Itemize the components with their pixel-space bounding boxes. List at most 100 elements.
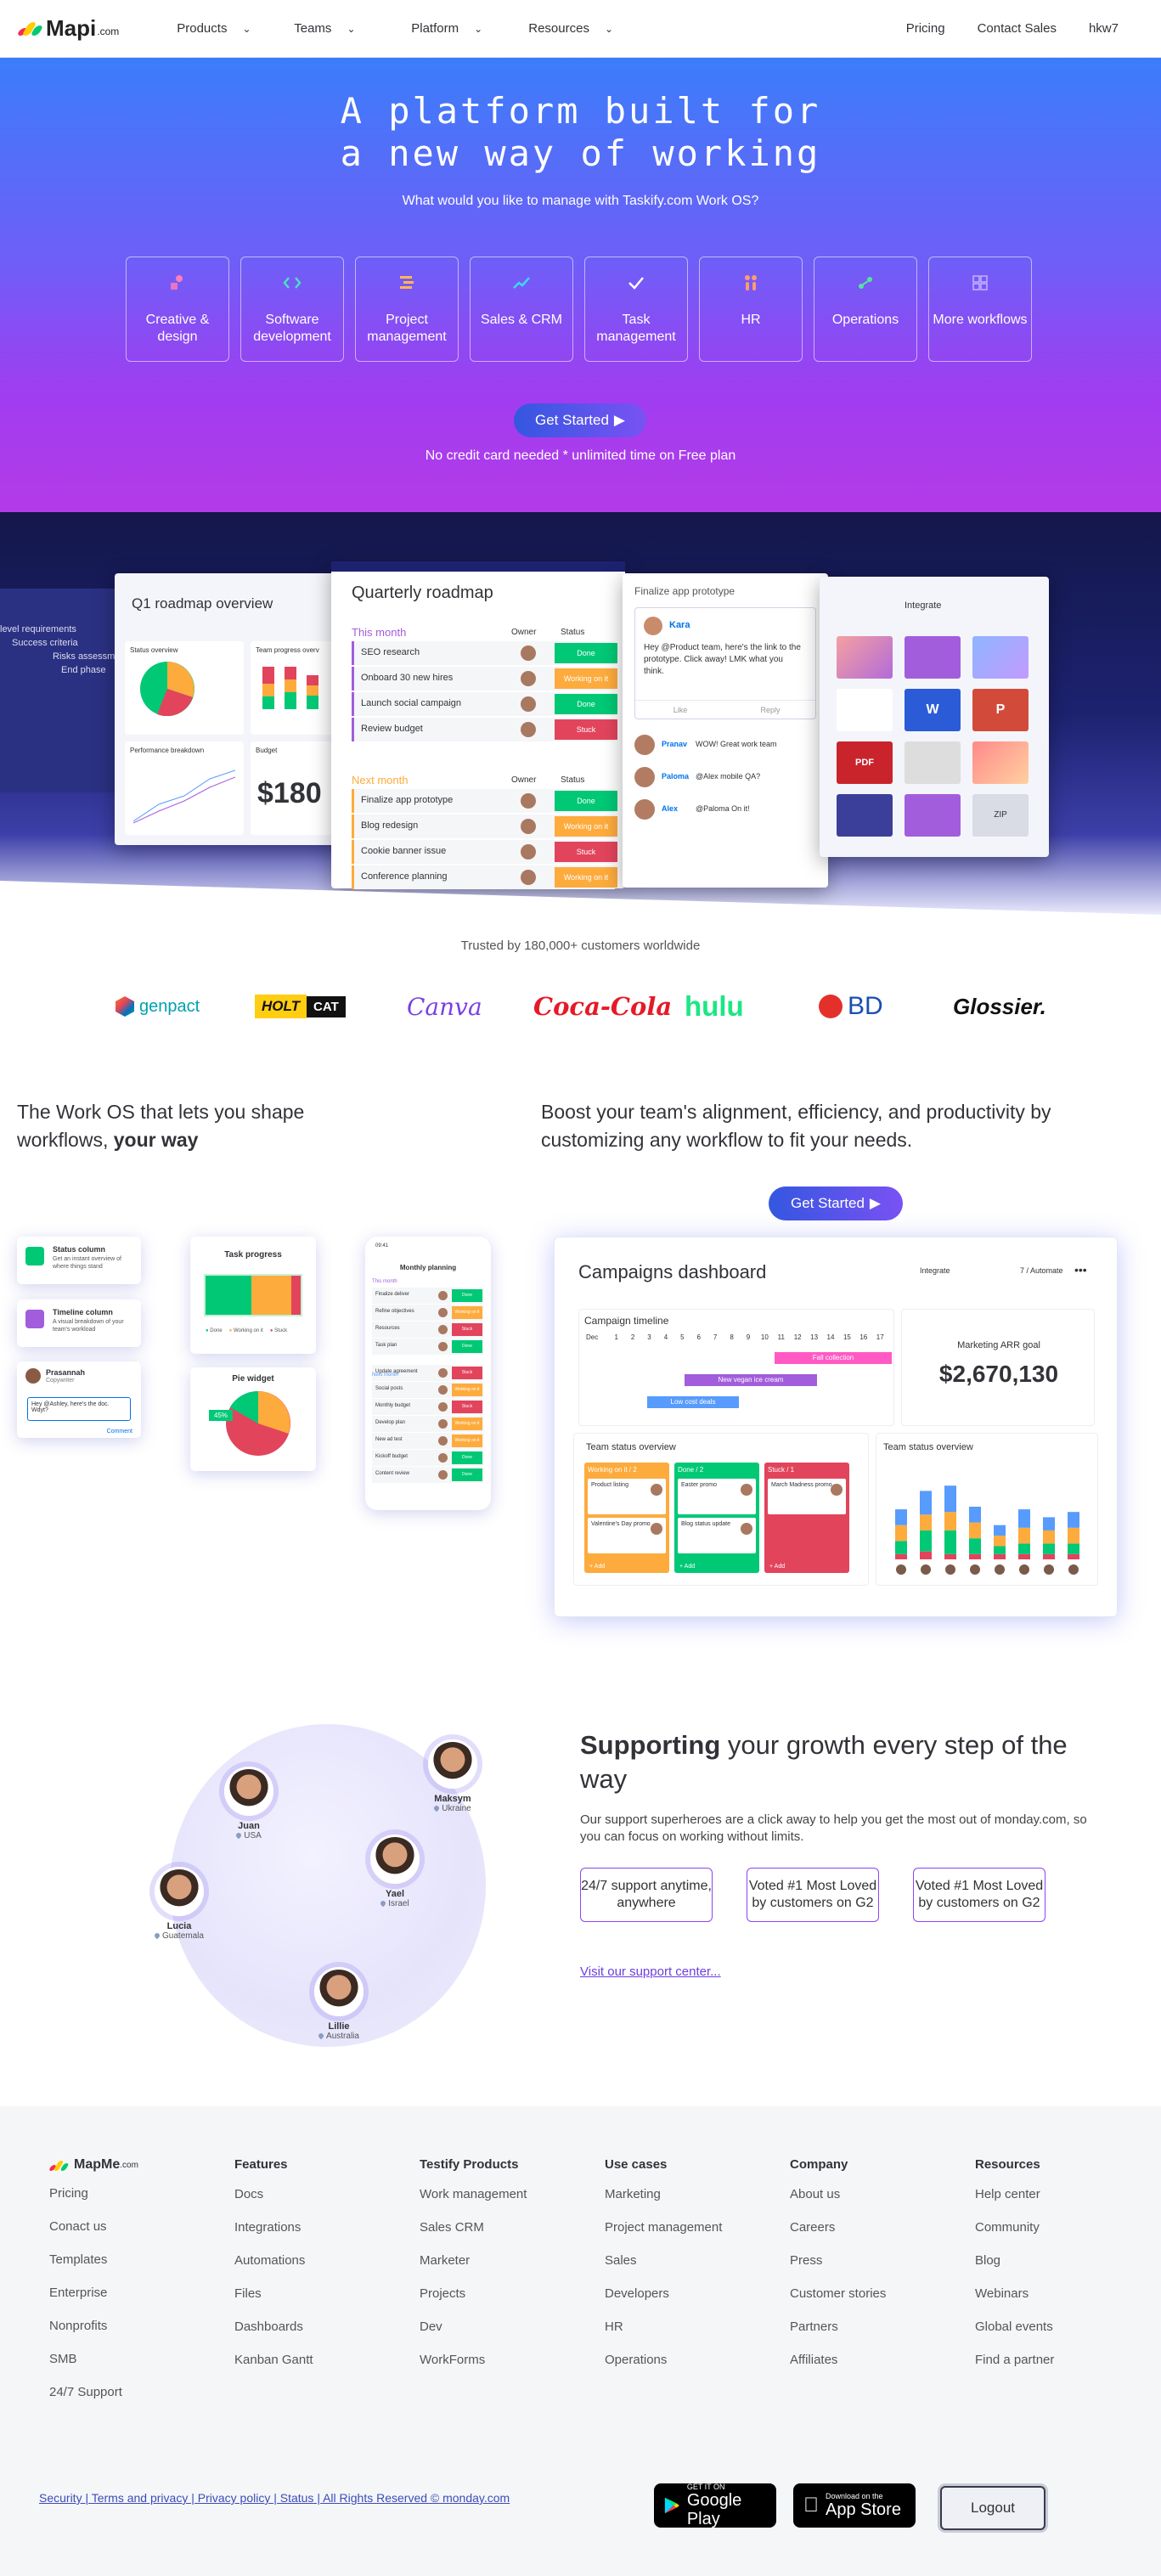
- status-pill[interactable]: Stuck: [555, 719, 617, 740]
- kanban-card[interactable]: Product listing: [588, 1479, 666, 1514]
- table-row[interactable]: SEO research Done: [352, 641, 617, 665]
- file-thumb[interactable]: [972, 741, 1029, 784]
- table-row[interactable]: Review budget Stuck: [352, 718, 617, 741]
- footer-link[interactable]: Work management: [420, 2187, 527, 2202]
- file-thumb[interactable]: [837, 689, 893, 731]
- status-pill[interactable]: Stuck: [555, 842, 617, 862]
- tile-task-management[interactable]: Task management: [584, 256, 688, 362]
- kanban-add[interactable]: + Add: [589, 1564, 605, 1570]
- status-pill[interactable]: Working on it: [555, 867, 617, 888]
- footer-link[interactable]: Developers: [605, 2286, 722, 2302]
- footer-link[interactable]: Community: [975, 2220, 1054, 2235]
- nav-pricing[interactable]: Pricing: [906, 21, 945, 36]
- table-row[interactable]: Conference planning Working on it: [352, 865, 617, 889]
- integrate-button[interactable]: Integrate: [905, 600, 941, 611]
- comment-input[interactable]: Hey @Ashley, here's the doc. Wdyt?: [27, 1397, 131, 1421]
- footer-link[interactable]: Help center: [975, 2187, 1054, 2202]
- footer-link[interactable]: Customer stories: [790, 2286, 886, 2302]
- footer-link[interactable]: Sales: [605, 2253, 722, 2269]
- get-started-button-2[interactable]: Get Started ▶: [769, 1187, 903, 1220]
- footer-link[interactable]: WorkForms: [420, 2353, 527, 2368]
- kanban-add[interactable]: + Add: [769, 1564, 785, 1570]
- timeline-column-widget[interactable]: Timeline column A visual breakdown of yo…: [17, 1299, 141, 1347]
- status-pill[interactable]: Done: [555, 791, 617, 811]
- brand-logo[interactable]: Mapi .com: [16, 15, 119, 42]
- footer-logo[interactable]: MapMe .com: [48, 2157, 138, 2173]
- file-thumb[interactable]: P: [972, 689, 1029, 731]
- logout-button[interactable]: Logout: [940, 2486, 1045, 2530]
- footer-link[interactable]: Projects: [420, 2286, 527, 2302]
- footer-link[interactable]: Careers: [790, 2220, 886, 2235]
- kanban-card[interactable]: Easter promo: [678, 1479, 756, 1514]
- status-pill[interactable]: Working on it: [555, 816, 617, 837]
- status-pill[interactable]: Done: [555, 694, 617, 714]
- file-thumb[interactable]: W: [905, 689, 961, 731]
- footer-link[interactable]: Dev: [420, 2320, 527, 2335]
- tile-hr[interactable]: HR: [699, 256, 803, 362]
- footer-link[interactable]: Enterprise: [49, 2286, 138, 2301]
- footer-link[interactable]: Dashboards: [234, 2320, 313, 2335]
- status-pill[interactable]: Done: [555, 643, 617, 663]
- tile-software-development[interactable]: Software development: [240, 256, 344, 362]
- footer-link[interactable]: Operations: [605, 2353, 722, 2368]
- kanban-card[interactable]: March Madness promo: [768, 1479, 846, 1514]
- file-thumb[interactable]: [905, 636, 961, 679]
- footer-link[interactable]: Marketing: [605, 2187, 722, 2202]
- footer-link[interactable]: Nonprofits: [49, 2319, 138, 2334]
- footer-link[interactable]: HR: [605, 2320, 722, 2335]
- file-thumb-zip[interactable]: ZIP: [972, 794, 1029, 837]
- footer-link[interactable]: Partners: [790, 2320, 886, 2335]
- footer-link[interactable]: Press: [790, 2253, 886, 2269]
- file-thumb[interactable]: [837, 636, 893, 679]
- footer-link[interactable]: Templates: [49, 2252, 138, 2268]
- footer-link[interactable]: Affiliates: [790, 2353, 886, 2368]
- comment-button[interactable]: Comment: [107, 1429, 132, 1435]
- footer-link[interactable]: Global events: [975, 2320, 1054, 2335]
- nav-platform[interactable]: Platform ⌄: [411, 21, 528, 36]
- phone-row[interactable]: New ad test Working on it: [372, 1433, 484, 1449]
- get-started-button[interactable]: Get Started ▶: [514, 403, 646, 437]
- nav-products[interactable]: Products ⌄: [177, 21, 294, 36]
- bar-fall-collection[interactable]: Fall collection: [775, 1352, 892, 1364]
- phone-row[interactable]: Finalize deliver Done: [372, 1288, 484, 1304]
- nav-user[interactable]: hkw7: [1089, 21, 1119, 36]
- footer-link[interactable]: Kanban Gantt: [234, 2353, 313, 2368]
- google-play-button[interactable]: GET IT ON Google Play: [654, 2483, 776, 2528]
- kanban-card[interactable]: Valentine's Day promo: [588, 1518, 666, 1553]
- table-row[interactable]: Onboard 30 new hires Working on it: [352, 667, 617, 691]
- file-thumb[interactable]: [837, 794, 893, 837]
- footer-link[interactable]: SMB: [49, 2352, 138, 2367]
- footer-link[interactable]: Files: [234, 2286, 313, 2302]
- more-menu-icon[interactable]: •••: [1074, 1263, 1087, 1277]
- file-thumb[interactable]: [905, 741, 961, 784]
- footer-link[interactable]: Conact us: [49, 2219, 138, 2235]
- support-center-link[interactable]: Visit our support center...: [580, 1964, 721, 1979]
- bar-new-vegan-ice-cream[interactable]: New vegan ice cream: [685, 1374, 817, 1386]
- file-thumb[interactable]: [972, 636, 1029, 679]
- table-row[interactable]: Blog redesign Working on it: [352, 815, 617, 838]
- tile-more-workflows[interactable]: More workflows: [928, 256, 1032, 362]
- phone-row[interactable]: Kickoff budget Done: [372, 1450, 484, 1466]
- footer-link[interactable]: Webinars: [975, 2286, 1054, 2302]
- kanban-add[interactable]: + Add: [679, 1564, 695, 1570]
- app-store-button[interactable]:  Download on theApp Store: [793, 2483, 916, 2528]
- legal-links[interactable]: Security | Terms and privacy | Privacy p…: [39, 2491, 510, 2505]
- phone-row[interactable]: Content review Done: [372, 1467, 484, 1483]
- phone-row[interactable]: Develop plan Working on it: [372, 1416, 484, 1432]
- like-button[interactable]: Like: [635, 701, 725, 719]
- tile-sales-crm[interactable]: Sales & CRM: [470, 256, 573, 362]
- table-row[interactable]: Cookie banner issue Stuck: [352, 840, 617, 864]
- phone-row[interactable]: Monthly budget Stuck: [372, 1399, 484, 1415]
- footer-link[interactable]: Marketer: [420, 2253, 527, 2269]
- tile-creative-design[interactable]: Creative & design: [126, 256, 229, 362]
- kanban-card[interactable]: Blog status update: [678, 1518, 756, 1553]
- nav-contact-sales[interactable]: Contact Sales: [978, 21, 1057, 36]
- nav-resources[interactable]: Resources ⌄: [528, 21, 645, 36]
- footer-link[interactable]: Find a partner: [975, 2353, 1054, 2368]
- footer-link[interactable]: Sales CRM: [420, 2220, 527, 2235]
- tile-operations[interactable]: Operations: [814, 256, 917, 362]
- table-row[interactable]: Launch social campaign Done: [352, 692, 617, 716]
- bar-low-cost-deals[interactable]: Low cost deals: [647, 1396, 739, 1408]
- footer-link[interactable]: Pricing: [49, 2186, 138, 2201]
- footer-link[interactable]: About us: [790, 2187, 886, 2202]
